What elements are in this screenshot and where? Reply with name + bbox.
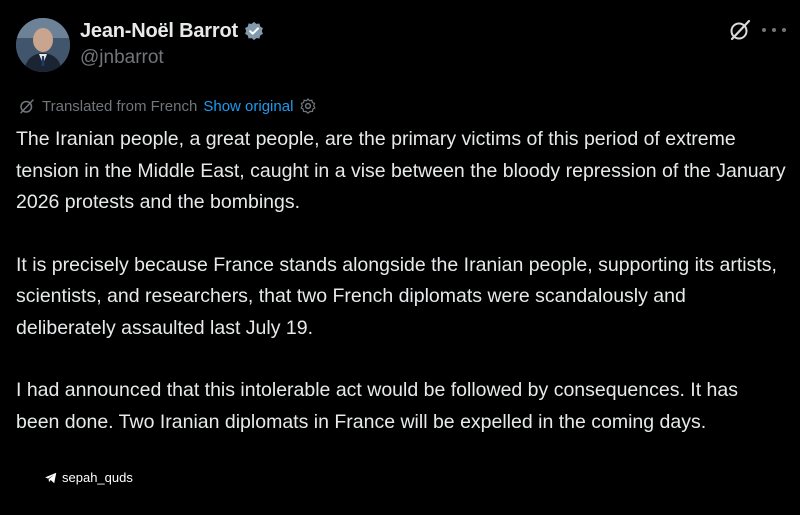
post-paragraph: It is precisely because France stands al…	[16, 253, 777, 339]
verified-badge-icon	[244, 21, 264, 41]
more-dot	[772, 28, 776, 32]
translated-from-label: Translated from French	[42, 97, 198, 115]
more-dot	[762, 28, 766, 32]
show-original-link[interactable]: Show original	[203, 98, 293, 115]
avatar[interactable]	[16, 18, 70, 72]
author-display-name[interactable]: Jean-Noël Barrot	[80, 20, 238, 43]
translate-icon	[18, 97, 36, 115]
more-dot	[782, 28, 786, 32]
post-card: Jean-Noël Barrot @jnbarrot Translated fr…	[0, 0, 800, 515]
post-paragraph: The Iranian people, a great people, are …	[16, 128, 786, 213]
telegram-icon	[44, 471, 58, 485]
gear-icon[interactable]	[299, 97, 317, 115]
author-name-row: Jean-Noël Barrot	[80, 18, 264, 44]
grok-icon[interactable]	[728, 18, 752, 42]
more-icon[interactable]	[762, 22, 786, 38]
avatar-image	[16, 18, 70, 72]
watermark: sepah_quds	[44, 470, 133, 485]
watermark-text: sepah_quds	[62, 470, 133, 485]
post-text: The Iranian people, a great people, are …	[16, 124, 786, 469]
translation-bar: Translated from French Show original	[18, 96, 317, 116]
post-paragraph: I had announced that this intolerable ac…	[16, 379, 738, 433]
author-handle[interactable]: @jnbarrot	[80, 47, 164, 69]
